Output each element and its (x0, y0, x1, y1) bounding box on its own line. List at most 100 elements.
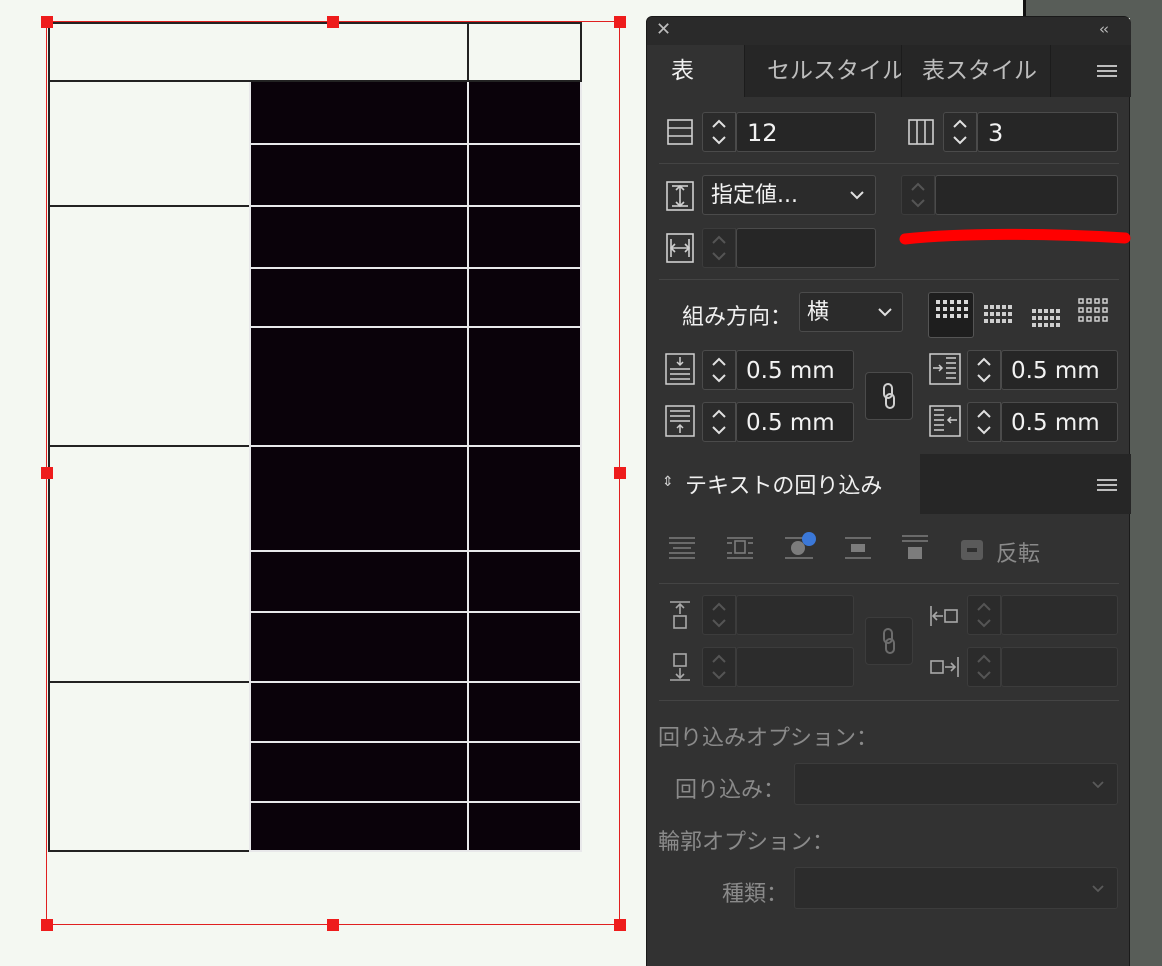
divider (659, 163, 1119, 164)
rows-stepper[interactable] (702, 112, 736, 152)
grid-medium-icon[interactable] (982, 303, 1016, 329)
chevron-down-icon (1091, 780, 1105, 789)
link-insets-button[interactable] (865, 372, 913, 420)
wrap-left-stepper (967, 595, 1001, 635)
text-wrap-title: テキストの回り込み (685, 474, 883, 499)
cell-line (249, 550, 582, 552)
row-height-mode-select[interactable]: 指定値... (702, 175, 876, 215)
grid-spread-icon[interactable] (1077, 297, 1113, 331)
tab-table-style[interactable]: 表スタイル (902, 45, 1050, 97)
tab-cell-style[interactable]: セルスタイル (745, 45, 901, 97)
panel-menu-icon[interactable] (1097, 64, 1117, 80)
cell-line (467, 82, 469, 852)
wrap-object-shape-icon[interactable] (783, 531, 817, 561)
layout-option-1[interactable] (928, 292, 974, 338)
tab-divider (1050, 45, 1051, 97)
direction-label: 組み方向： (682, 305, 793, 330)
inset-left-field[interactable]: 0.5 mm (1001, 350, 1118, 390)
table-border-left (48, 22, 50, 852)
selection-handle[interactable] (327, 919, 339, 931)
chain-link-icon (883, 628, 895, 654)
cell-line (249, 611, 582, 613)
table-panel: ✕ ‹‹ 表 セルスタイル 表スタイル 12 3 指定値... 組み方向： 横 … (646, 16, 1131, 966)
cell-line (249, 741, 582, 743)
chevron-down-icon (877, 307, 893, 317)
selection-handle[interactable] (327, 16, 339, 28)
grid-lower-icon[interactable] (1030, 307, 1064, 333)
direction-select[interactable]: 横 (799, 292, 903, 332)
inset-right-value: 0.5 mm (1011, 410, 1100, 436)
panel-titlebar: ✕ ‹‹ (647, 17, 1131, 45)
chain-link-icon (883, 383, 895, 409)
inset-bottom-field[interactable]: 0.5 mm (736, 402, 854, 442)
wrap-bounding-box-icon[interactable] (725, 535, 755, 561)
inset-bottom-stepper[interactable] (702, 402, 736, 442)
pasteboard-edge (1130, 18, 1162, 966)
cell-line (249, 681, 582, 683)
close-icon[interactable]: ✕ (656, 19, 671, 40)
document-canvas[interactable] (0, 0, 1162, 966)
jump-to-next-column-icon[interactable] (900, 533, 930, 561)
inset-bottom-icon (665, 405, 695, 437)
inset-right-field[interactable]: 0.5 mm (1001, 402, 1118, 442)
inset-left-stepper[interactable] (967, 350, 1001, 390)
table-filled-cells[interactable] (249, 82, 582, 852)
wrap-top-field (736, 595, 854, 635)
tab-table[interactable]: 表 (647, 45, 744, 97)
row-height-mode-value: 指定値... (711, 183, 798, 208)
collapse-icon[interactable]: ‹‹ (1099, 20, 1109, 38)
row-height-stepper (901, 175, 935, 215)
chevron-down-icon (849, 190, 865, 200)
selection-handle[interactable] (41, 919, 53, 931)
table-border-top (48, 22, 581, 24)
jump-object-icon[interactable] (843, 535, 873, 561)
text-wrap-tab[interactable]: ⇕ テキストの回り込み (647, 454, 920, 514)
selection-handle[interactable] (614, 467, 626, 479)
cell-line (249, 801, 582, 803)
type-label: 種類： (722, 882, 789, 907)
wrap-bottom-offset-icon (667, 652, 693, 682)
inset-top-field[interactable]: 0.5 mm (736, 350, 854, 390)
row-height-field (935, 175, 1118, 215)
rows-field[interactable]: 12 (736, 112, 876, 152)
panel-menu-icon[interactable] (1097, 478, 1117, 494)
row-height-icon (666, 181, 694, 211)
grid-dense-icon (936, 300, 968, 318)
wrap-top-stepper (702, 595, 736, 635)
rows-icon (667, 119, 693, 145)
cell-line (249, 850, 582, 852)
column-width-icon (666, 233, 694, 263)
expand-collapse-icon[interactable]: ⇕ (662, 474, 674, 490)
chevron-down-icon (1091, 884, 1105, 893)
table-column-line (467, 22, 469, 82)
columns-stepper[interactable] (943, 112, 977, 152)
type-select (794, 867, 1118, 909)
table-border-bottom (48, 850, 251, 852)
divider (659, 279, 1119, 280)
inset-top-icon (665, 353, 695, 385)
table-row-line (48, 205, 251, 207)
inset-top-stepper[interactable] (702, 350, 736, 390)
table-row-line (48, 445, 251, 447)
column-width-field (736, 228, 876, 268)
inset-right-stepper[interactable] (967, 402, 1001, 442)
table-border-right (580, 22, 582, 82)
invert-checkbox[interactable] (960, 539, 984, 561)
selection-handle[interactable] (41, 16, 53, 28)
cell-line (580, 82, 582, 852)
rows-value: 12 (747, 119, 778, 147)
cell-line (249, 267, 582, 269)
cell-line (249, 205, 582, 207)
wrap-left-offset-icon (929, 603, 961, 629)
divider (659, 700, 1119, 701)
cell-line (249, 445, 582, 447)
selection-handle[interactable] (614, 919, 626, 931)
inset-left-value: 0.5 mm (1011, 358, 1100, 384)
selection-handle[interactable] (614, 16, 626, 28)
wrap-left-field (1001, 595, 1118, 635)
wrap-top-offset-icon (667, 600, 693, 630)
selection-handle[interactable] (41, 467, 53, 479)
columns-field[interactable]: 3 (977, 112, 1118, 152)
cell-line (249, 326, 582, 328)
no-wrap-icon[interactable] (667, 535, 697, 561)
